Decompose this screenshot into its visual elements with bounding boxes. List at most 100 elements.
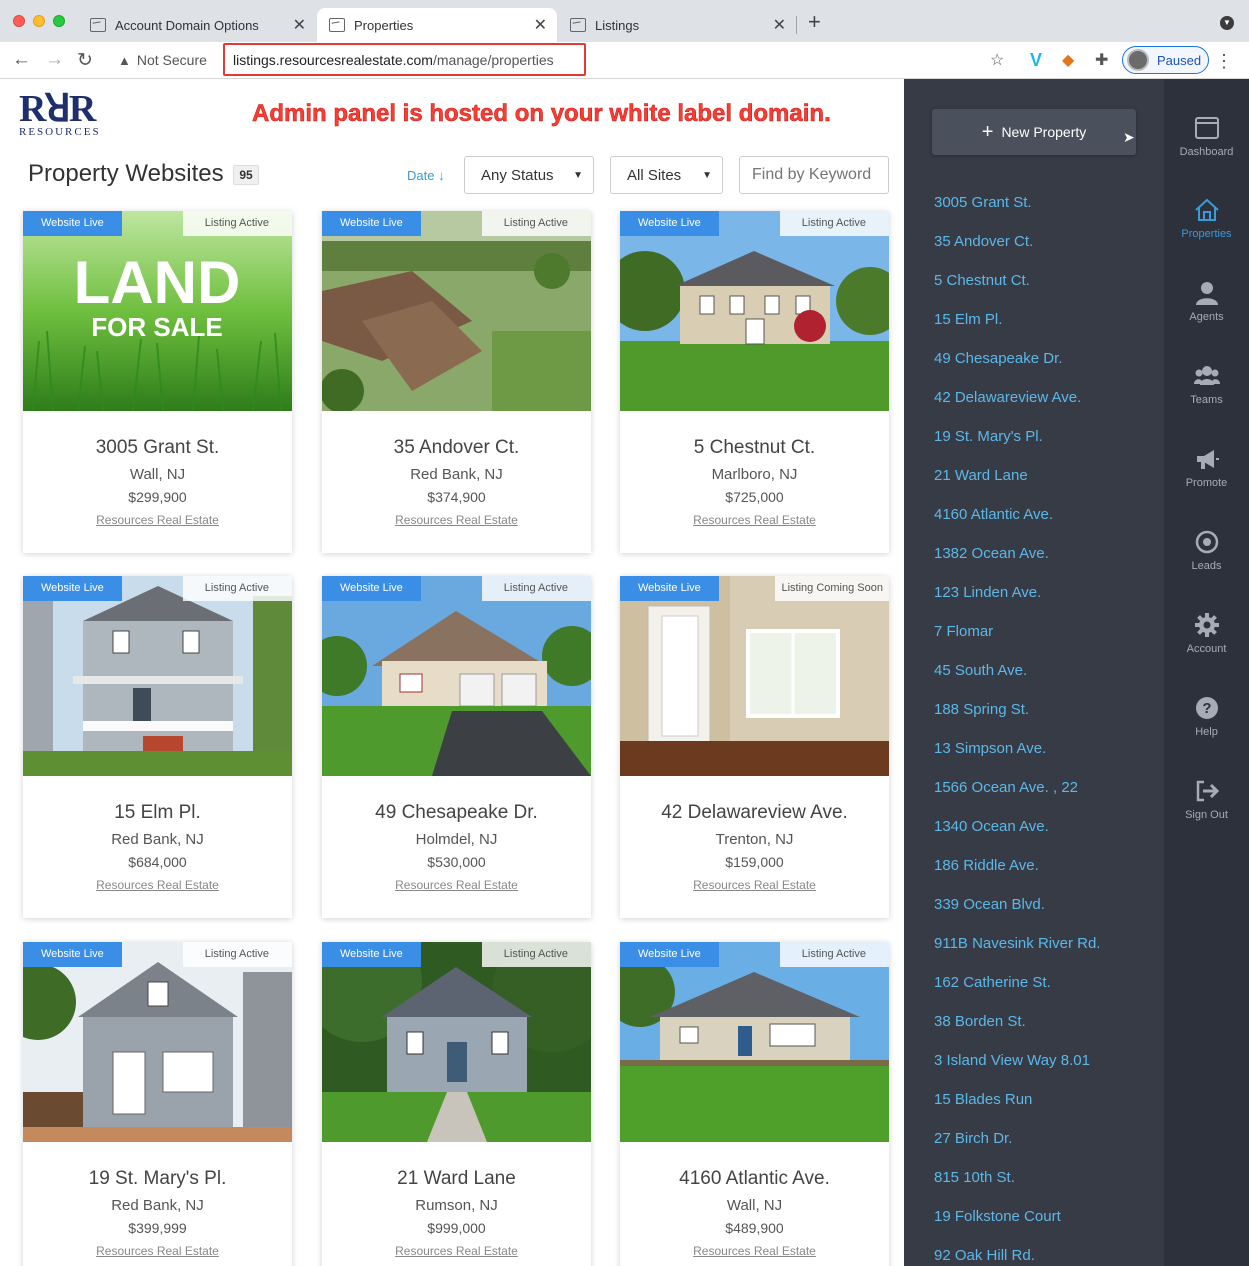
nav-item-promote[interactable]: Promote (1164, 446, 1249, 489)
property-card[interactable]: Website Live Listing Active 15 Elm Pl. R… (23, 576, 292, 918)
property-address: 5 Chestnut Ct. (693, 437, 816, 458)
site-link[interactable]: Resources Real Estate (322, 1244, 591, 1258)
nav-item-agents[interactable]: Agents (1164, 280, 1249, 323)
site-link[interactable]: Resources Real Estate (620, 513, 889, 527)
listing-status-badge: Listing Active (481, 576, 591, 601)
property-list-item[interactable]: 1340 Ocean Ave. (934, 818, 1049, 835)
chevron-down-icon: ▼ (702, 169, 712, 181)
new-property-button[interactable]: + New Property (932, 109, 1136, 155)
browser-tab[interactable]: Account Domain Options ✕ (78, 8, 316, 42)
site-link[interactable]: Resources Real Estate (23, 878, 292, 892)
property-list-item[interactable]: 15 Elm Pl. (934, 311, 1002, 328)
nav-item-account[interactable]: Account (1164, 612, 1249, 655)
property-list-item[interactable]: 3 Island View Way 8.01 (934, 1052, 1090, 1069)
site-link[interactable]: Resources Real Estate (23, 513, 292, 527)
browser-tab[interactable]: Listings ✕ (558, 8, 796, 42)
site-link[interactable]: Resources Real Estate (620, 1244, 889, 1258)
property-card[interactable]: Website Live Listing Active 21 Ward Lane… (322, 942, 591, 1266)
property-card[interactable]: Website Live Listing Coming Soon 42 Dela… (620, 576, 889, 918)
nav-item-teams[interactable]: Teams (1164, 363, 1249, 406)
window-minimize-button[interactable] (33, 15, 45, 27)
new-tab-icon[interactable]: + (808, 11, 821, 33)
window-close-button[interactable] (13, 15, 25, 27)
property-list-item[interactable]: 186 Riddle Ave. (934, 857, 1039, 874)
listing-status-badge: Listing Active (779, 942, 889, 967)
property-list-item[interactable]: 21 Ward Lane (934, 467, 1028, 484)
website-status-badge: Website Live (322, 211, 421, 236)
back-arrow-icon[interactable]: ← (12, 49, 31, 71)
warning-icon: ▲ (118, 52, 131, 68)
property-card[interactable]: Website Live Listing Active 5 Chestnut C… (620, 211, 889, 553)
extensions-puzzle-icon[interactable]: ✚ (1095, 50, 1108, 70)
property-list-item[interactable]: 92 Oak Hill Rd. (934, 1247, 1035, 1264)
security-indicator[interactable]: ▲ Not Secure (118, 52, 207, 68)
property-photo (23, 576, 292, 776)
site-link[interactable]: Resources Real Estate (620, 878, 889, 892)
nav-item-help[interactable]: ? Help (1164, 695, 1249, 738)
property-city: Red Bank, NJ (111, 1197, 204, 1214)
property-card[interactable]: Website Live Listing Active 35 Andover C… (322, 211, 591, 553)
property-photo (322, 576, 591, 776)
property-list-item[interactable]: 1566 Ocean Ave. , 22 (934, 779, 1078, 796)
close-icon[interactable]: ✕ (534, 15, 547, 35)
browser-tab-bar: Account Domain Options ✕ Properties ✕ Li… (0, 0, 1249, 42)
property-list-item[interactable]: 27 Birch Dr. (934, 1130, 1012, 1147)
website-status-badge: Website Live (620, 942, 719, 967)
property-list-item[interactable]: 19 Folkstone Court (934, 1208, 1061, 1225)
window-zoom-button[interactable] (53, 15, 65, 27)
browser-tab-active[interactable]: Properties ✕ (317, 8, 557, 42)
site-link[interactable]: Resources Real Estate (322, 513, 591, 527)
status-filter-select[interactable]: Any Status ▼ (464, 156, 594, 194)
property-list-item[interactable]: 815 10th St. (934, 1169, 1015, 1186)
property-card[interactable]: Website Live Listing Active 19 St. Mary'… (23, 942, 292, 1266)
property-card[interactable]: LAND FOR SALE Website Live Listing Activ… (23, 211, 292, 553)
property-list-item[interactable]: 3005 Grant St. (934, 194, 1032, 211)
keyword-search-input[interactable] (739, 156, 889, 194)
close-icon[interactable]: ✕ (773, 15, 786, 35)
property-card[interactable]: Website Live Listing Active 49 Chesapeak… (322, 576, 591, 918)
property-list-item[interactable]: 49 Chesapeake Dr. (934, 350, 1062, 367)
property-card[interactable]: Website Live Listing Active 4160 Atlanti… (620, 942, 889, 1266)
property-list-item[interactable]: 15 Blades Run (934, 1091, 1032, 1108)
property-price: $999,000 (427, 1220, 486, 1236)
property-list-item[interactable]: 1382 Ocean Ave. (934, 545, 1049, 562)
property-list-item[interactable]: 162 Catherine St. (934, 974, 1051, 991)
property-list-item[interactable]: 4160 Atlantic Ave. (934, 506, 1053, 523)
vimeo-extension-icon[interactable]: V (1030, 50, 1042, 71)
reload-icon[interactable]: ↻ (77, 49, 93, 72)
metamask-extension-icon[interactable]: ◆ (1062, 50, 1074, 70)
property-list-item[interactable]: 38 Borden St. (934, 1013, 1026, 1030)
nav-item-properties[interactable]: Properties (1164, 197, 1249, 240)
property-list-item[interactable]: 911B Navesink River Rd. (934, 935, 1100, 952)
brand-logo[interactable]: RꓤR RESOURCES (19, 90, 107, 138)
bookmark-star-icon[interactable]: ☆ (990, 50, 1004, 70)
forward-arrow-icon[interactable]: → (45, 49, 64, 71)
nav-item-sign-out[interactable]: Sign Out (1164, 778, 1249, 821)
property-list-item[interactable]: 5 Chestnut Ct. (934, 272, 1030, 289)
property-list-item[interactable]: 13 Simpson Ave. (934, 740, 1046, 757)
close-icon[interactable]: ✕ (293, 15, 306, 35)
address-input[interactable]: listings.resourcesrealestate.com/manage/… (223, 43, 586, 76)
property-list-item[interactable]: 19 St. Mary's Pl. (934, 428, 1043, 445)
property-list-item[interactable]: 42 Delawareview Ave. (934, 389, 1081, 406)
property-list-item[interactable]: 188 Spring St. (934, 701, 1029, 718)
property-address: 4160 Atlantic Ave. (679, 1168, 830, 1189)
property-address: 42 Delawareview Ave. (661, 802, 848, 823)
property-city: Marlboro, NJ (711, 466, 798, 483)
nav-item-leads[interactable]: Leads (1164, 529, 1249, 572)
site-link[interactable]: Resources Real Estate (322, 878, 591, 892)
property-list-item[interactable]: 123 Linden Ave. (934, 584, 1041, 601)
browser-menu-icon[interactable]: ⋮ (1215, 51, 1233, 72)
nav-item-dashboard[interactable]: Dashboard (1164, 115, 1249, 158)
property-list-item[interactable]: 7 Flomar (934, 623, 993, 640)
profile-button[interactable]: Paused (1122, 46, 1209, 74)
site-link[interactable]: Resources Real Estate (23, 1244, 292, 1258)
tab-search-icon[interactable]: ▼ (1220, 16, 1234, 30)
property-list-item[interactable]: 45 South Ave. (934, 662, 1027, 679)
property-list-item[interactable]: 339 Ocean Blvd. (934, 896, 1045, 913)
sites-filter-select[interactable]: All Sites ▼ (610, 156, 723, 194)
sort-date-button[interactable]: Date ↓ (407, 168, 445, 183)
property-list-item[interactable]: 35 Andover Ct. (934, 233, 1033, 250)
listing-status-badge: Listing Coming Soon (775, 576, 889, 601)
listing-status-badge: Listing Active (779, 211, 889, 236)
